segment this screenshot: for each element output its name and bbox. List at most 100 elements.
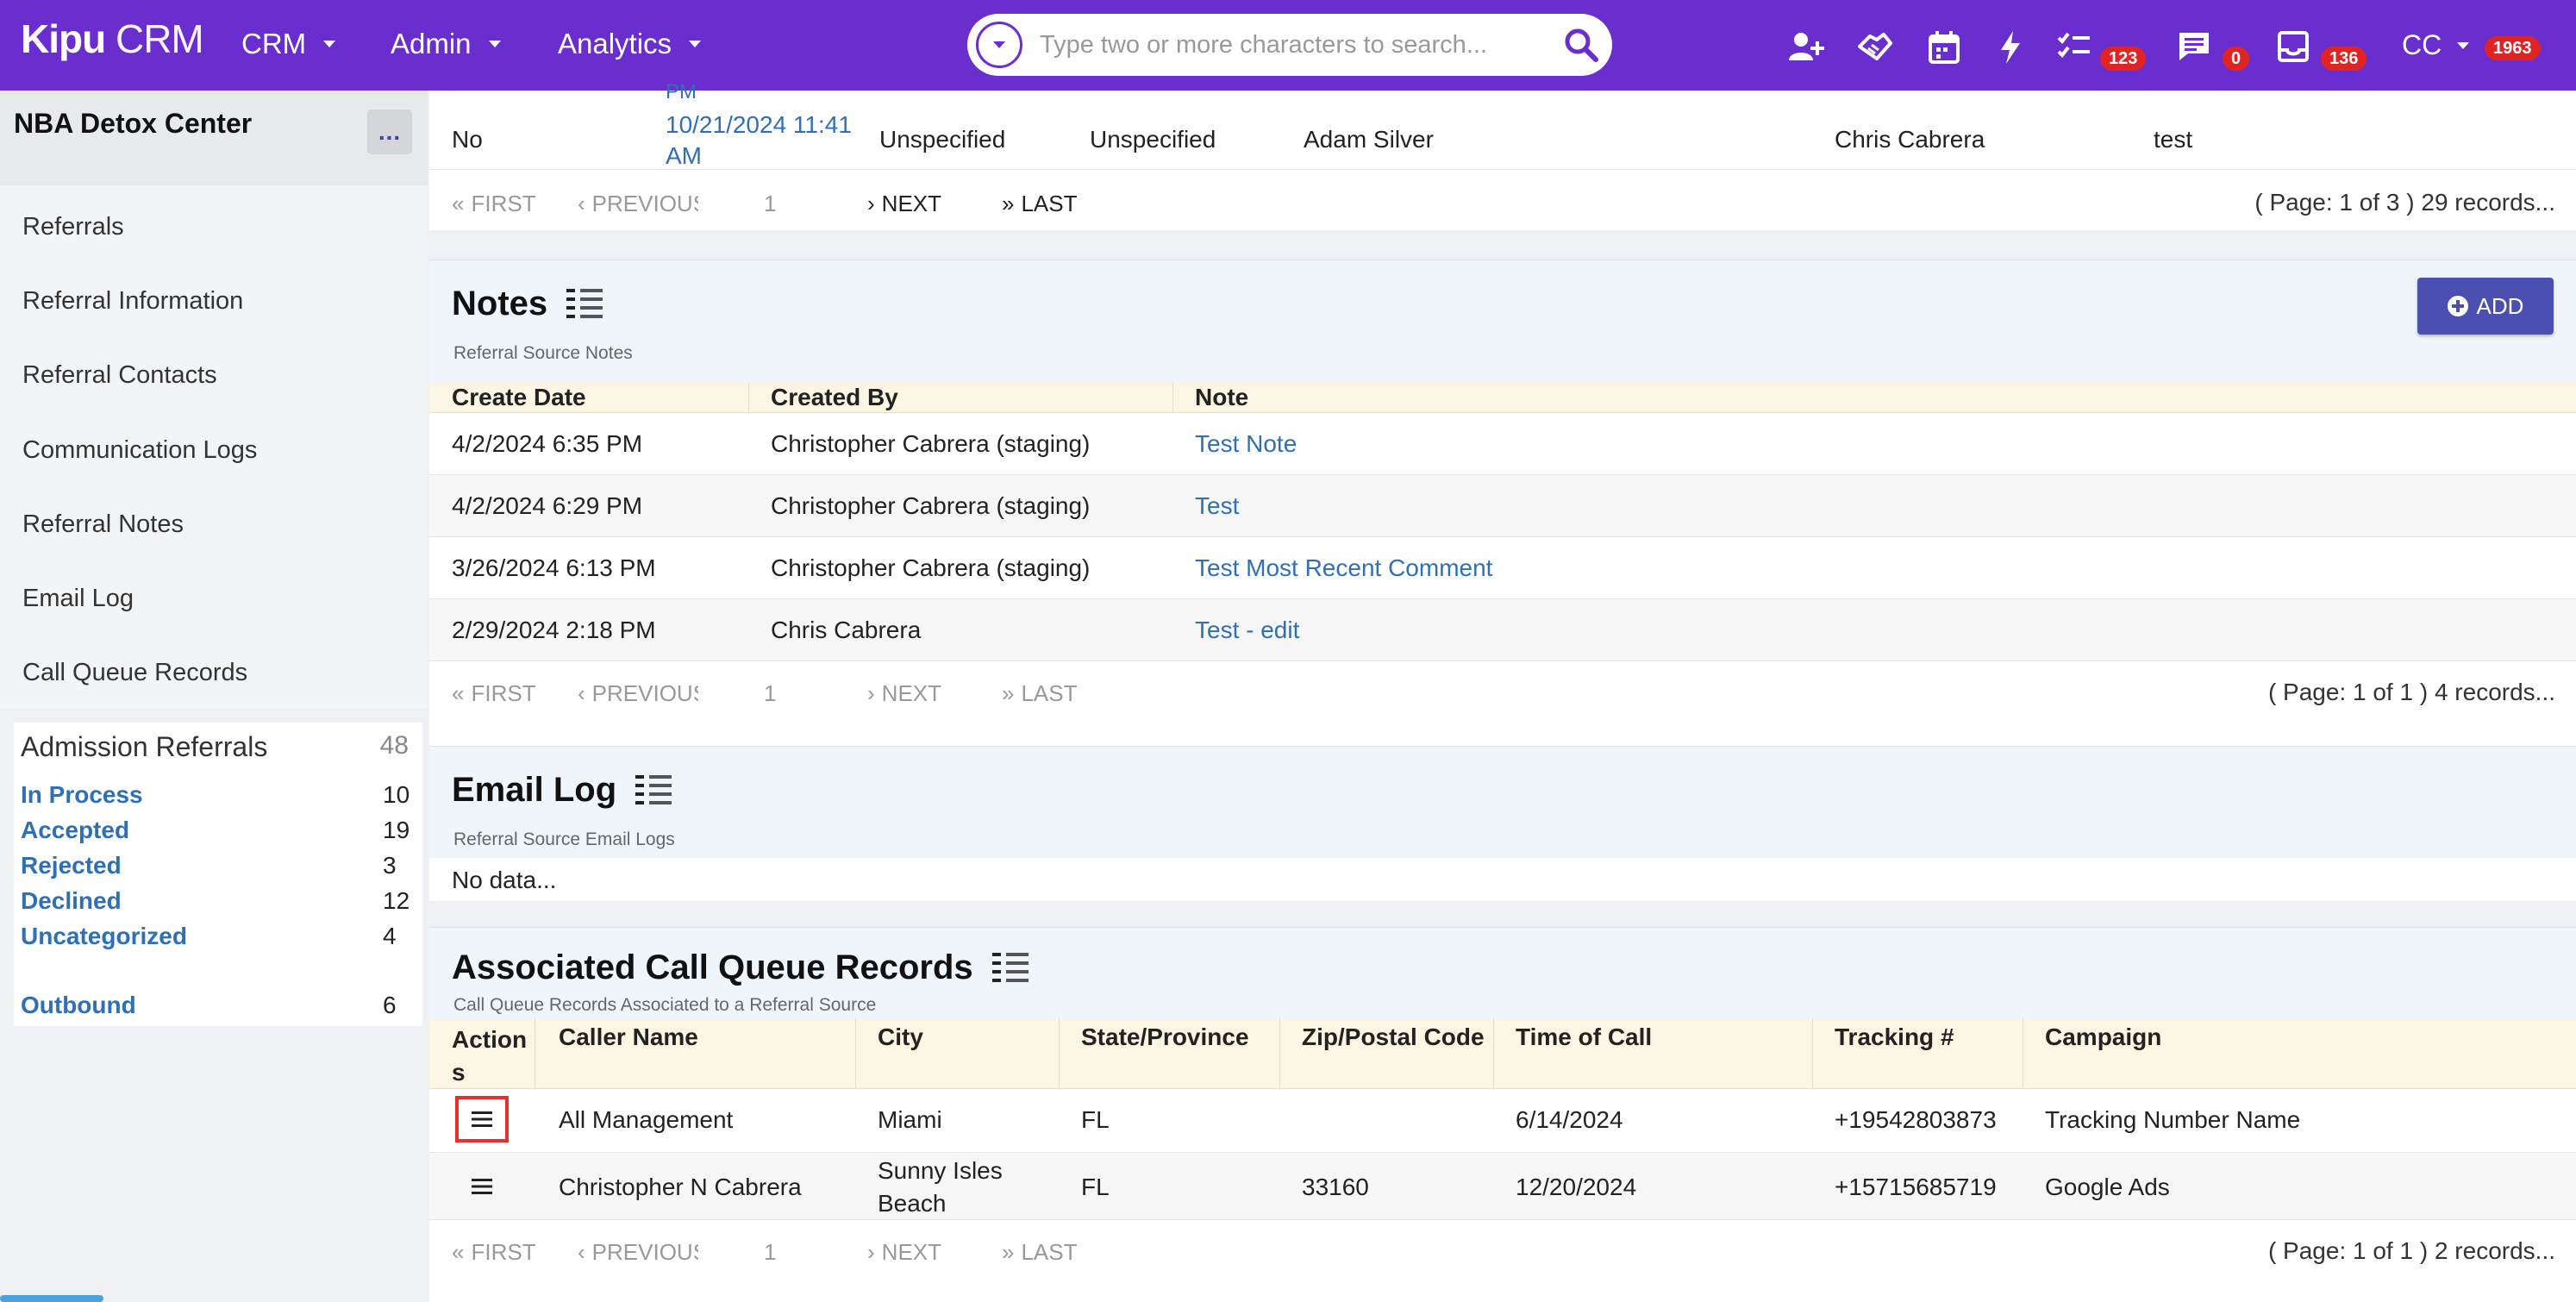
chevron-down-icon [993,41,1005,48]
nav-analytics[interactable]: Analytics [558,28,702,60]
caller-name: All Management [559,1106,734,1133]
nav-analytics-label: Analytics [558,28,672,59]
search-input[interactable] [1040,30,1540,59]
tasks-count-badge: 123 [2100,47,2147,71]
hamburger-icon [472,1178,492,1195]
calendar-icon[interactable] [1929,31,1960,64]
column-header-campaign[interactable]: Campaign [2045,1023,2161,1051]
nav-admin[interactable]: Admin [391,28,501,60]
chat-icon[interactable] [2178,31,2210,62]
admission-row-label: In Process [21,781,143,808]
note-link[interactable]: Test - edit [1195,617,1299,644]
column-header-time-of-call[interactable]: Time of Call [1516,1023,1652,1051]
column-header-actions[interactable]: Action s [452,1023,527,1089]
pager-page-number[interactable]: 1 [764,680,776,707]
more-options-button[interactable]: ... [367,110,412,154]
add-user-icon[interactable] [1788,31,1826,62]
admission-row-uncategorized[interactable]: Uncategorized 4 [21,923,409,950]
sidebar-item-communication-logs[interactable]: Communication Logs [22,436,257,465]
add-note-button[interactable]: ADD [2417,278,2554,335]
pager-last-button[interactable]: » LAST [1002,680,1078,707]
row-actions-menu-button[interactable] [455,1163,509,1210]
pager-previous-button[interactable]: ‹ PREVIOUS [578,1239,698,1266]
pager-page-number[interactable]: 1 [764,1239,776,1266]
admission-row-in-process[interactable]: In Process 10 [21,781,410,809]
admission-row-count: 3 [383,852,397,879]
admission-row-label: Uncategorized [21,923,187,949]
table-cell: Adam Silver [1304,126,1434,153]
pager-first-button[interactable]: «FIRST [452,1239,536,1266]
sidebar-item-referral-contacts[interactable]: Referral Contacts [22,361,217,390]
table-row: All Management Miami FL 6/14/2024 +19542… [429,1089,2576,1153]
sidebar-item-referral-information[interactable]: Referral Information [22,287,243,316]
admission-row-accepted[interactable]: Accepted 19 [21,817,410,844]
pager-last-button[interactable]: » LAST [1002,191,1078,217]
list-view-icon[interactable] [635,773,673,808]
double-chevron-right-icon: » [1002,680,1015,706]
column-header-state[interactable]: State/Province [1081,1023,1249,1051]
note-link[interactable]: Test [1195,492,1239,520]
sidebar-item-referrals[interactable]: Referrals [22,213,124,241]
email-log-header: Email Log Referral Source Email Logs [429,746,2576,858]
tracking-number: +19542803873 [1835,1106,1997,1133]
list-view-icon[interactable] [991,951,1030,986]
pagination: «FIRST ‹ PREVIOUS 1 › NEXT » LAST ( Page: 1… [429,1220,2576,1279]
column-header-create-date[interactable]: Create Date [452,384,586,411]
column-header-note[interactable]: Note [1195,384,1248,411]
chevron-right-icon: › [867,1239,875,1265]
admission-row-outbound[interactable]: Outbound 6 [21,992,409,1019]
admission-row-label: Rejected [21,852,122,879]
nav-crm[interactable]: CRM [241,28,336,60]
pager-page-number[interactable]: 1 [764,191,776,217]
column-header-caller-name[interactable]: Caller Name [559,1023,698,1051]
note-create-date: 4/2/2024 6:35 PM [452,430,643,457]
pager-first-button[interactable]: «FIRST [452,680,536,707]
pagination: «FIRST ‹ PREVIOUS 1 › NEXT » LAST ( Page: 1… [429,661,2576,720]
lightning-icon[interactable] [1999,31,2022,64]
inbox-icon[interactable] [2278,31,2309,62]
pager-info: ( Page: 1 of 3 ) 29 records... [2254,189,2555,216]
chevron-left-icon: ‹ [578,680,585,706]
time-of-call: 6/14/2024 [1516,1106,1623,1133]
column-header-city[interactable]: City [878,1023,923,1051]
campaign: Tracking Number Name [2045,1106,2301,1133]
pager-last-button[interactable]: » LAST [1002,1239,1078,1266]
sidebar-item-email-log[interactable]: Email Log [22,585,134,613]
pager-previous-button[interactable]: ‹ PREVIOUS [578,191,698,217]
pager-next-button[interactable]: › NEXT [867,1239,941,1266]
note-link[interactable]: Test Most Recent Comment [1195,554,1492,582]
list-view-icon[interactable] [566,287,604,322]
admission-row-label: Accepted [21,817,130,843]
column-header-created-by[interactable]: Created By [771,384,898,411]
row-actions-menu-button[interactable] [455,1096,509,1142]
admission-row-rejected[interactable]: Rejected 3 [21,852,409,879]
sidebar-item-call-queue-records[interactable]: Call Queue Records [22,659,247,687]
chevron-left-icon: ‹ [578,191,585,216]
pager-next-button[interactable]: › NEXT [867,191,941,217]
column-header-zip[interactable]: Zip/Postal Code [1302,1023,1485,1051]
email-log-title: Email Log [452,771,673,810]
sidebar-item-referral-notes[interactable]: Referral Notes [22,510,184,539]
admission-row-declined[interactable]: Declined 12 [21,887,410,915]
messages-count-badge: 0 [2223,47,2250,71]
add-button-label: ADD [2476,292,2524,319]
note-create-date: 2/29/2024 2:18 PM [452,617,656,643]
admission-row-label: Outbound [21,992,136,1018]
search-scope-dropdown[interactable] [976,22,1022,68]
search-icon[interactable] [1562,26,1600,64]
sidebar: NBA Detox Center ... Referrals Referral … [0,91,428,1302]
user-menu[interactable]: CC [2402,29,2470,61]
pager-first-button[interactable]: «FIRST [452,191,536,217]
column-header-tracking[interactable]: Tracking # [1835,1023,1954,1051]
brand-logo[interactable]: Kipu CRM [21,16,204,62]
handshake-icon[interactable] [1858,31,1892,62]
chevron-left-icon: ‹ [578,1239,585,1265]
table-cell-date-link[interactable]: 10/21/2024 11:41 AM [666,110,872,172]
pager-previous-button[interactable]: ‹ PREVIOUS [578,680,698,707]
pager-next-button[interactable]: › NEXT [867,680,941,707]
hamburger-icon [472,1111,492,1128]
admission-referrals-title: Admission Referrals [21,731,268,762]
tasks-icon[interactable] [2057,31,2091,60]
note-link[interactable]: Test Note [1195,430,1297,458]
table-cell-partial: PM [666,80,697,103]
